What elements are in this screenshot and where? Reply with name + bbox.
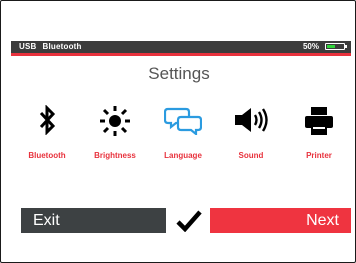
- next-button[interactable]: Next: [210, 208, 351, 233]
- menu-item-label: Language: [164, 151, 202, 160]
- menu-item-label: Sound: [238, 151, 264, 160]
- checkmark-icon: [176, 210, 202, 232]
- exit-button[interactable]: Exit: [21, 208, 166, 233]
- printer-icon: [285, 105, 353, 145]
- bluetooth-status: Bluetooth: [42, 42, 82, 51]
- menu-item-printer[interactable]: Printer: [285, 105, 353, 160]
- sun-icon: [81, 105, 149, 145]
- device-screen: USB Bluetooth 50% Settings Bluetooth Bri…: [0, 0, 356, 263]
- bottom-bar: Exit Next: [21, 203, 351, 238]
- confirm-button[interactable]: [166, 203, 210, 238]
- usb-status: USB: [19, 42, 37, 51]
- menu-item-language[interactable]: Language: [149, 105, 217, 160]
- header-divider: [11, 53, 351, 56]
- settings-menu: Bluetooth Brightness Language Sound Prin…: [11, 105, 351, 167]
- bluetooth-icon: [13, 105, 81, 145]
- menu-item-label: Printer: [306, 151, 332, 160]
- battery-icon: [325, 43, 347, 50]
- speaker-icon: [217, 105, 285, 145]
- menu-item-bluetooth[interactable]: Bluetooth: [13, 105, 81, 160]
- menu-item-sound[interactable]: Sound: [217, 105, 285, 160]
- battery-fill: [327, 45, 335, 48]
- status-bar: USB Bluetooth 50%: [11, 41, 351, 53]
- menu-item-label: Bluetooth: [28, 151, 66, 160]
- menu-item-label: Brightness: [94, 151, 136, 160]
- battery-percent: 50%: [302, 42, 319, 51]
- page-title: Settings: [148, 64, 210, 83]
- speech-bubbles-icon: [149, 105, 217, 145]
- menu-item-brightness[interactable]: Brightness: [81, 105, 149, 160]
